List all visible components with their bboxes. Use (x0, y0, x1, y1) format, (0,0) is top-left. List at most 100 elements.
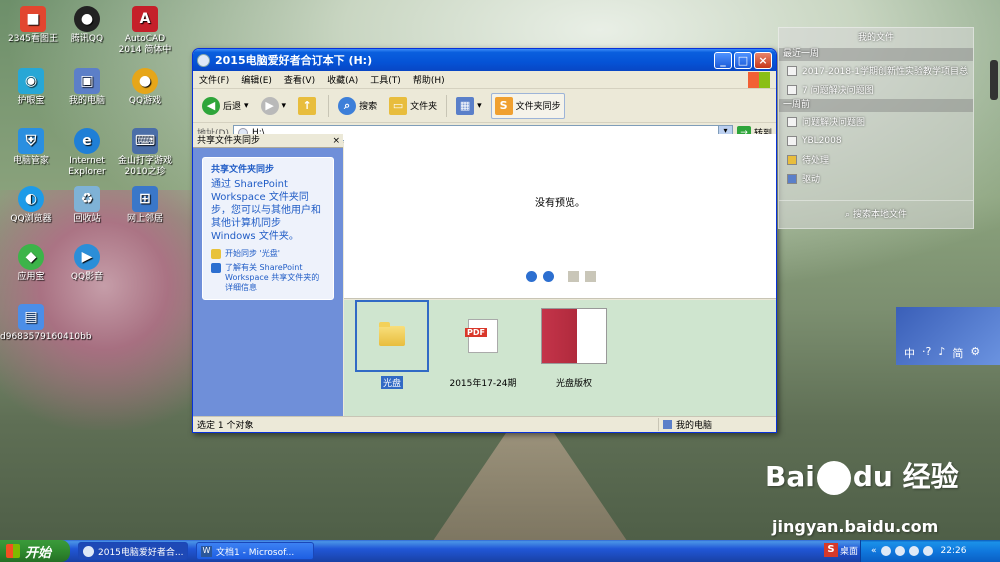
sogou-icon[interactable]: S (824, 543, 838, 557)
rotate-left-icon[interactable] (568, 271, 579, 282)
volume-icon[interactable] (922, 546, 933, 556)
menu-edit[interactable]: 编辑(E) (241, 73, 272, 86)
drive-icon (787, 173, 797, 184)
rotate-right-icon[interactable] (585, 271, 596, 282)
desktop-icon-qq-player[interactable]: ▶ QQ影音 (56, 244, 118, 283)
pdf-icon: PDF (465, 319, 498, 353)
ime-sound-icon[interactable]: ♪ (938, 345, 945, 361)
taskbar-item-explorer[interactable]: 2015电脑爱好者合... (78, 542, 188, 560)
recycle-bin-icon: ♻ (74, 186, 100, 212)
ime-simplified[interactable]: 简 (952, 345, 963, 361)
desktop-toolbar-label[interactable]: 桌面 (840, 544, 858, 557)
start-button[interactable]: 开始 (0, 540, 70, 562)
maximize-button[interactable]: □ (734, 51, 752, 69)
learn-more-link[interactable]: 了解有关 SharePoint Workspace 共享文件夹的详细信息 (211, 263, 325, 293)
qq-game-icon: ● (132, 68, 158, 94)
taskbar: 开始 2015电脑爱好者合... W 文档1 - Microsof... S 桌… (0, 540, 1000, 562)
start-sync-link[interactable]: 开始同步 '光盘' (211, 249, 325, 259)
folder-thumbnail (355, 300, 429, 372)
menu-favorites[interactable]: 收藏(A) (327, 73, 358, 86)
previous-icon[interactable] (526, 271, 537, 282)
paw-icon (816, 461, 851, 495)
security-tray-icon[interactable] (894, 546, 905, 556)
back-button[interactable]: ◀ 后退 ▾ (199, 93, 252, 119)
close-button[interactable]: × (754, 51, 772, 69)
local-search-button[interactable]: ⌕ 搜索本地文件 (779, 200, 973, 228)
desktop-icon-eye-protect[interactable]: ◉ 护眼宝 (0, 68, 62, 107)
desktop-icon-ie[interactable]: e Internet Explorer (56, 128, 118, 178)
ime-chinese-toggle[interactable]: 中 (904, 345, 915, 361)
word-icon: W (201, 545, 212, 557)
desktop-icon-2345viewer[interactable]: ■ 2345看图王 (2, 6, 64, 45)
file-name: 光盘 (380, 376, 403, 389)
gadget-file-item[interactable]: YBL2008 (779, 131, 973, 150)
file-item-folder[interactable]: 光盘 (354, 300, 430, 389)
folders-button[interactable]: ▭ 文件夹 (386, 93, 440, 119)
explorer-window: 2015电脑爱好者合订本下 (H:) _ □ × 文件(F) 编辑(E) 查看(… (192, 48, 777, 433)
qq-penguin-icon: ● (74, 6, 100, 32)
network-tray-icon[interactable] (880, 546, 891, 556)
chevron-down-icon: ▾ (281, 100, 287, 111)
file-item-pdf[interactable]: PDF 2015年17-24期 (445, 300, 521, 389)
desktop-icon-app-store[interactable]: ◆ 应用宝 (0, 244, 62, 283)
file-list: 光盘 PDF 2015年17-24期 光盘版权 (344, 300, 776, 416)
sync-icon: S (494, 96, 513, 115)
desktop-icon-qq-game[interactable]: ● QQ游戏 (114, 68, 176, 107)
desktop-icon-image-file[interactable]: ▤ d9683579160410bb (0, 304, 92, 343)
taskbar-item-word[interactable]: W 文档1 - Microsof... (196, 542, 314, 560)
baidu-logo: Bai du 经验 (765, 460, 959, 495)
qq-tray-icon[interactable] (908, 546, 919, 556)
desktop-icon-my-computer[interactable]: ▣ 我的电脑 (56, 68, 118, 107)
desktop-icon-autocad[interactable]: A AutoCAD 2014 简体中 (114, 6, 176, 56)
up-folder-icon: ↑ (298, 96, 317, 115)
clock[interactable]: 22:26 (941, 546, 967, 556)
search-icon: ⌕ (338, 96, 357, 115)
next-icon[interactable] (543, 271, 554, 282)
search-icon: ⌕ (845, 210, 853, 220)
windows-logo-icon (6, 544, 20, 558)
folder-sync-button[interactable]: S 文件夹同步 (490, 92, 565, 119)
2345-icon: ■ (20, 6, 46, 32)
menu-tools[interactable]: 工具(T) (370, 73, 401, 86)
desktop-icon-qq-browser[interactable]: ◐ QQ浏览器 (0, 186, 62, 225)
views-button[interactable]: ▦ ▾ (453, 93, 485, 119)
gadget-file-item[interactable]: 待处理 (779, 150, 973, 169)
search-button[interactable]: ⌕ 搜索 (335, 93, 380, 119)
up-folder-button[interactable]: ↑ (295, 93, 322, 119)
file-name: 2015年17-24期 (449, 379, 517, 389)
status-location: 我的电脑 (658, 418, 776, 431)
desktop-icon-pc-manager[interactable]: ⛨ 电脑管家 (0, 128, 62, 167)
typing-game-icon: ⌨ (132, 128, 158, 154)
gadget-file-item[interactable]: 驱动 (779, 169, 973, 188)
help-icon (211, 263, 221, 273)
menu-help[interactable]: 帮助(H) (413, 73, 445, 86)
gadget-file-item[interactable]: 2017-2018-1学期创新性实验教学项目总 (779, 61, 973, 80)
window-title: 2015电脑爱好者合订本下 (H:) (215, 54, 373, 67)
close-pane-icon[interactable]: × (332, 134, 340, 148)
task-pane-header: 共享文件夹同步 × (193, 134, 343, 148)
toolbar-separator (328, 94, 330, 117)
menu-view[interactable]: 查看(V) (284, 73, 315, 86)
menu-file[interactable]: 文件(F) (199, 73, 229, 86)
chevron-down-icon: ▾ (244, 100, 249, 111)
cd-drive-icon (197, 53, 210, 67)
computer-icon (663, 420, 672, 429)
window-titlebar[interactable]: 2015电脑爱好者合订本下 (H:) _ □ × (193, 49, 776, 71)
desktop-icon-qq[interactable]: ● 腾讯QQ (56, 6, 118, 45)
minimize-button[interactable]: _ (714, 51, 732, 69)
gear-icon[interactable]: ⚙ (970, 345, 980, 361)
sidebar-handle[interactable] (990, 60, 998, 100)
desktop-icon-recycle-bin[interactable]: ♻ 回收站 (56, 186, 118, 225)
gadget-title: 我的文件 (857, 33, 894, 43)
gadget-file-item[interactable]: 7 问题解决问题图 (779, 80, 973, 99)
my-files-gadget: 我的文件 最近一周 2017-2018-1学期创新性实验教学项目总 7 问题解决… (778, 27, 974, 229)
ime-punctuation[interactable]: ·? (922, 345, 931, 361)
desktop-icon-network[interactable]: ⊞ 网上邻居 (114, 186, 176, 225)
forward-button[interactable]: ▶ ▾ (258, 93, 290, 119)
task-box-title: 共享文件夹同步 (211, 165, 275, 175)
gadget-file-item[interactable]: 问题解决问题图 (779, 112, 973, 131)
chevron-left-icon[interactable]: « (871, 546, 877, 556)
gadget-section-recent: 最近一周 (779, 48, 973, 61)
desktop-icon-typing-game[interactable]: ⌨ 金山打字游戏2010之珍 (114, 128, 176, 178)
file-item-image[interactable]: 光盘版权 (536, 300, 612, 389)
